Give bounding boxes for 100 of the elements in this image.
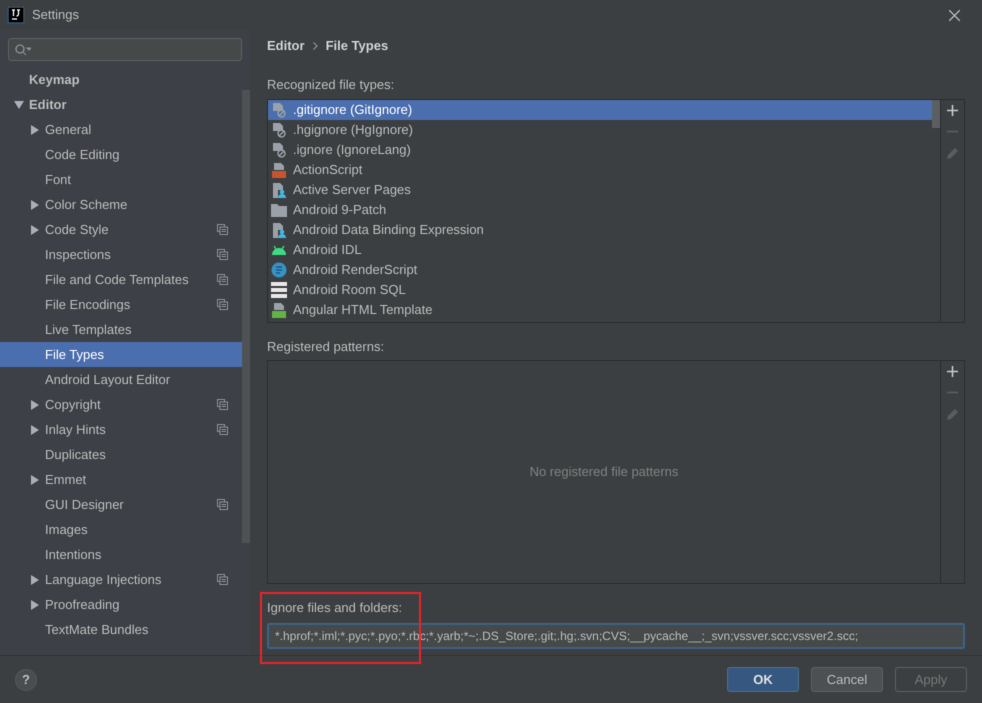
search-field[interactable] (8, 38, 242, 61)
sidebar-item-label: File Encodings (45, 296, 132, 314)
file-type-item[interactable]: .hgignore (HgIgnore) (268, 120, 932, 140)
collapsed-arrow-icon[interactable] (30, 124, 40, 134)
sidebar-item[interactable]: Duplicates (0, 442, 242, 467)
search-icon (15, 44, 31, 56)
window-title: Settings (32, 6, 79, 24)
collapsed-arrow-icon[interactable] (30, 224, 40, 234)
file-type-item[interactable]: Angular HTML Template (268, 300, 932, 320)
ok-button[interactable]: OK (727, 667, 799, 692)
dialog-button[interactable]: Cancel (811, 667, 883, 692)
section-label: Recognized file types: (267, 76, 396, 94)
file-type-label: Active Server Pages (293, 180, 411, 199)
sidebar-item-label: File and Code Templates (45, 270, 190, 289)
sidebar-item-label: Intentions (45, 546, 102, 564)
sidebar-item[interactable]: Copyright (0, 392, 242, 417)
sidebar-item-label: Copyright (45, 396, 102, 414)
sidebar-item[interactable]: File and Code Templates (0, 267, 242, 292)
copy-icon (217, 299, 228, 310)
sidebar-item[interactable]: Proofreading (0, 592, 242, 617)
file-type-item[interactable]: Android RenderScript (268, 260, 932, 280)
sidebar-item[interactable]: Images (0, 517, 242, 542)
sidebar-item-label: Language Injections (45, 570, 162, 589)
sidebar-item[interactable]: Android Layout Editor (0, 367, 242, 392)
file-type-label: Android IDL (293, 240, 362, 259)
file-user-icon (271, 182, 287, 198)
android-icon (271, 244, 287, 254)
file-type-item[interactable]: Active Server Pages (268, 180, 932, 200)
copy-icon (217, 399, 228, 410)
sidebar-item[interactable]: Code Editing (0, 142, 242, 167)
expanded-arrow-icon[interactable] (14, 100, 24, 110)
sidebar-item-label: File Types (45, 346, 106, 364)
file-type-label: .gitignore (GitIgnore) (293, 100, 412, 119)
sidebar-item[interactable]: Font (0, 167, 242, 192)
sidebar-item-label: TextMate Bundles (45, 620, 150, 639)
copy-icon (217, 274, 228, 285)
sidebar-item[interactable]: Color Scheme (0, 192, 242, 217)
sidebar-item-label: Code Editing (45, 146, 120, 164)
sidebar-item[interactable]: File Types (0, 342, 242, 367)
file-type-label: Android 9-Patch (293, 200, 386, 219)
sidebar-item[interactable]: TextMate Bundles (0, 617, 242, 642)
app-logo-icon (8, 7, 24, 23)
file-type-label: Android Data Binding Expression (293, 220, 484, 239)
sidebar-item-label: Android Layout Editor (45, 370, 172, 389)
close-icon[interactable] (949, 10, 960, 20)
file-type-label: .hgignore (HgIgnore) (293, 120, 413, 139)
chevron-icon (312, 42, 318, 50)
section-label: Ignore files and folders: (267, 599, 404, 617)
file-type-item[interactable]: Android 9-Patch (268, 200, 932, 220)
scrollbar[interactable] (932, 100, 940, 128)
sidebar-item[interactable]: Editor (0, 92, 242, 117)
file-type-item[interactable]: .ignore (IgnoreLang) (268, 140, 932, 160)
copy-icon (217, 574, 228, 585)
sidebar-item[interactable]: General (0, 117, 242, 142)
add-icon[interactable] (947, 366, 958, 377)
sidebar-item[interactable]: Language Injections (0, 567, 242, 592)
section-label: Registered patterns: (267, 338, 386, 356)
add-icon[interactable] (947, 104, 958, 116)
breadcrumb-item[interactable]: Editor (267, 36, 305, 56)
file-type-item[interactable]: Android IDL (268, 240, 932, 260)
html-file-icon (271, 302, 287, 318)
sidebar-item-label: Emmet (45, 470, 88, 489)
collapsed-arrow-icon[interactable] (30, 400, 40, 410)
sidebar-item[interactable]: GUI Designer (0, 492, 242, 517)
collapsed-arrow-icon[interactable] (30, 600, 40, 610)
collapsed-arrow-icon[interactable] (30, 474, 40, 484)
collapsed-arrow-icon[interactable] (30, 424, 40, 434)
sidebar-item-label: Duplicates (45, 446, 107, 464)
sidebar-item[interactable]: Keymap (0, 67, 242, 92)
file-type-item[interactable]: Android Room SQL (268, 280, 932, 300)
sidebar-item-label: Inlay Hints (45, 420, 107, 439)
folder-icon (271, 202, 287, 216)
sidebar-item[interactable]: Code Style (0, 217, 242, 242)
file-type-item[interactable]: ActionScript (268, 160, 932, 180)
sidebar-item[interactable]: File Encodings (0, 292, 242, 317)
file-type-label: ActionScript (293, 160, 362, 179)
sidebar-item-label: Keymap (29, 70, 81, 89)
collapsed-arrow-icon[interactable] (30, 200, 40, 210)
file-type-label: Android RenderScript (293, 260, 418, 279)
ignored-file-icon (272, 142, 286, 158)
sidebar-item-label: Color Scheme (45, 196, 128, 214)
file-type-label: Angular HTML Template (293, 300, 432, 319)
sidebar-item-label: GUI Designer (45, 496, 125, 514)
sidebar-item-label: General (45, 120, 92, 139)
copy-icon (217, 224, 228, 235)
actionscript-file-icon (271, 162, 287, 178)
sidebar-item[interactable]: Intentions (0, 542, 242, 567)
help-button[interactable]: ? (15, 668, 37, 690)
sidebar-item[interactable]: Inspections (0, 242, 242, 267)
collapsed-arrow-icon[interactable] (30, 574, 40, 584)
table-icon (271, 282, 287, 298)
file-type-label: Android Room SQL (293, 280, 406, 299)
sidebar-item-label: Inspections (45, 246, 112, 264)
file-type-item[interactable]: Android Data Binding Expression (268, 220, 932, 240)
scrollbar[interactable] (242, 90, 250, 543)
breadcrumb-item[interactable]: File Types (326, 36, 388, 56)
file-type-item[interactable]: .gitignore (GitIgnore) (268, 100, 932, 120)
sidebar-item[interactable]: Live Templates (0, 317, 242, 342)
sidebar-item[interactable]: Emmet (0, 467, 242, 492)
sidebar-item[interactable]: Inlay Hints (0, 417, 242, 442)
